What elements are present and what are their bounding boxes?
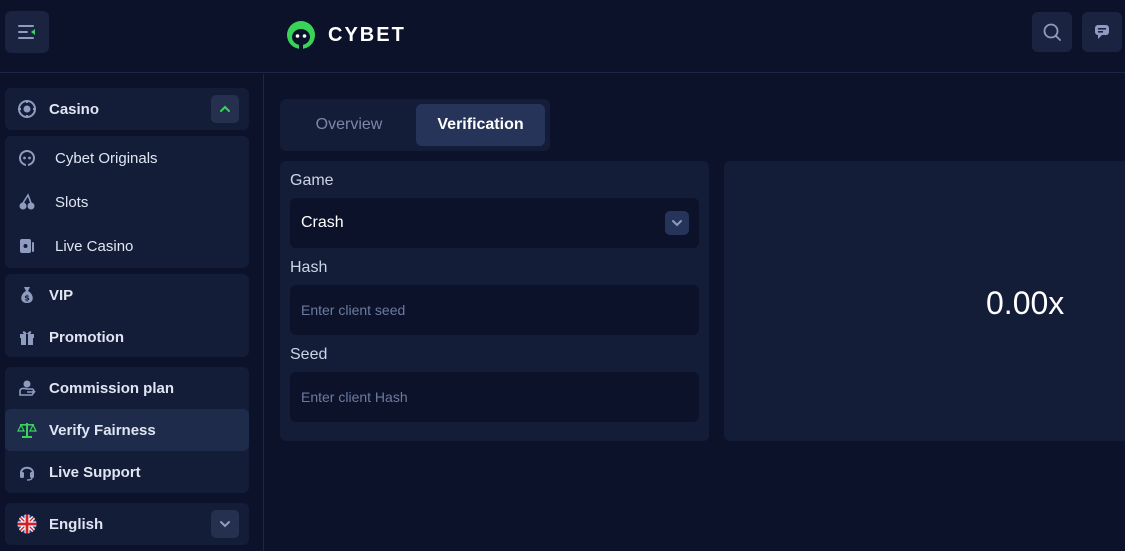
menu-icon (18, 25, 35, 39)
brand-name: CYBET (328, 23, 406, 46)
sidebar-item-vip[interactable]: $ VIP (5, 274, 249, 316)
sidebar-item-verify-fairness[interactable]: Verify Fairness (5, 409, 249, 451)
language-selector[interactable]: English (5, 503, 249, 545)
sidebar-group-account: Commission plan Verify Fairness Live Sup… (5, 367, 249, 493)
sidebar-item-label: Cybet Originals (55, 149, 158, 167)
game-label: Game (290, 172, 334, 189)
seed-label: Seed (290, 346, 328, 363)
money-bag-icon: $ (16, 284, 38, 306)
result-panel: 0.00x (724, 161, 1125, 441)
sidebar-item-cybet-originals[interactable]: Cybet Originals (5, 137, 249, 179)
game-select-value: Crash (301, 214, 344, 231)
verify-tabs: Overview Verification (280, 99, 550, 151)
sidebar-item-label: Live Casino (55, 237, 134, 255)
hash-input[interactable] (301, 302, 681, 318)
language-dropdown-button[interactable] (211, 510, 239, 538)
hash-field-wrapper (290, 285, 699, 335)
hand-coin-icon (16, 377, 38, 399)
brand-logo[interactable]: CYBET (284, 20, 406, 50)
search-icon (1043, 23, 1061, 41)
headset-icon (16, 461, 38, 483)
sidebar-item-live-casino[interactable]: Live Casino (5, 225, 249, 267)
hash-label: Hash (290, 259, 328, 276)
sidebar-item-label: Promotion (49, 328, 124, 346)
chevron-up-icon (220, 105, 230, 112)
top-bar: CYBET (0, 0, 1125, 73)
game-select-chevron[interactable] (665, 211, 689, 235)
chat-button[interactable] (1082, 12, 1122, 52)
cherries-icon (16, 191, 38, 213)
svg-text:$: $ (24, 294, 30, 303)
sidebar-item-label: VIP (49, 286, 74, 304)
sidebar-group-rewards: $ VIP Promotion (5, 274, 249, 357)
casino-collapse-button[interactable] (211, 95, 239, 123)
tab-verification[interactable]: Verification (416, 104, 545, 146)
cards-icon (16, 235, 38, 257)
chevron-down-icon (672, 220, 682, 227)
sidebar-item-label: Commission plan (49, 379, 175, 397)
scales-icon (16, 419, 38, 441)
sidebar-language-panel: English (5, 503, 249, 545)
chevron-down-icon (220, 521, 230, 528)
uk-flag-icon (16, 513, 38, 535)
sidebar-item-casino[interactable]: Casino (5, 88, 249, 130)
language-label: English (49, 515, 104, 533)
sidebar-item-label: Live Support (49, 463, 141, 481)
sidebar-item-label: Casino (49, 100, 100, 118)
sidebar-item-label: Slots (55, 193, 89, 211)
sidebar: Casino Cybet Originals Slots Live Casino… (0, 74, 264, 551)
menu-toggle-button[interactable] (5, 11, 49, 53)
seed-field-wrapper (290, 372, 699, 422)
search-button[interactable] (1032, 12, 1072, 52)
sidebar-item-live-support[interactable]: Live Support (5, 451, 249, 493)
sidebar-casino-submenu: Cybet Originals Slots Live Casino (5, 136, 249, 268)
gift-icon (16, 326, 38, 348)
sidebar-item-promotion[interactable]: Promotion (5, 316, 249, 358)
verification-form: Game Crash Hash Seed (280, 161, 709, 441)
logo-icon (287, 21, 315, 49)
sidebar-casino-panel: Casino (5, 88, 249, 130)
sidebar-item-slots[interactable]: Slots (5, 181, 249, 223)
crash-multiplier-value: 0.00x (986, 285, 1065, 321)
tab-overview[interactable]: Overview (285, 104, 413, 146)
originals-icon (16, 147, 38, 169)
sidebar-item-commission-plan[interactable]: Commission plan (5, 367, 249, 409)
seed-input[interactable] (301, 389, 681, 405)
sidebar-item-label: Verify Fairness (49, 421, 156, 439)
casino-chip-icon (16, 98, 38, 120)
game-select[interactable]: Crash (290, 198, 699, 248)
chat-icon (1095, 25, 1109, 39)
